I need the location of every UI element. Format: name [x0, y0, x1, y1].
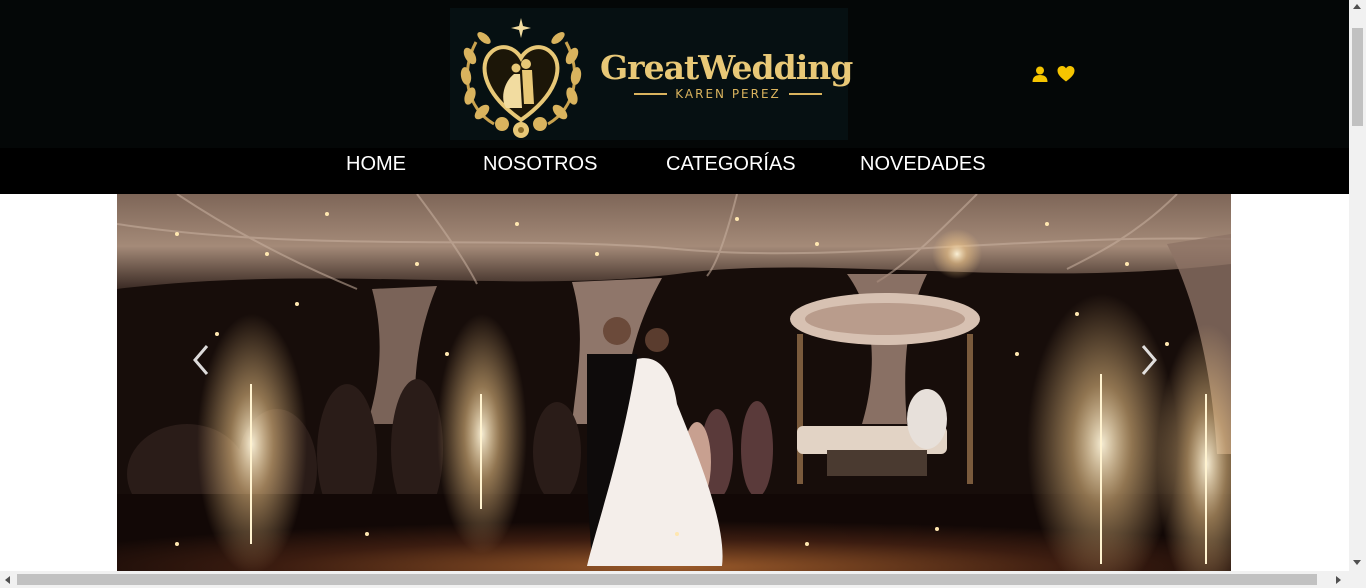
subtitle-rule-left [634, 93, 668, 95]
carousel-slide-image [117, 194, 1231, 571]
nav-item-novedades[interactable]: NOVEDADES [860, 148, 986, 194]
scroll-right-arrow-icon[interactable] [1336, 576, 1341, 584]
site-logo[interactable]: GreatWedding KAREN PEREZ [450, 8, 853, 140]
site-header: GreatWedding KAREN PEREZ [0, 0, 1349, 148]
page-viewport: GreatWedding KAREN PEREZ HOME NOSOTROS C… [0, 0, 1349, 571]
subtitle-rule-right [788, 93, 823, 95]
hero-carousel [117, 194, 1231, 571]
scroll-left-arrow-icon[interactable] [5, 576, 10, 584]
user-icon[interactable] [1031, 65, 1049, 83]
chevron-right-icon[interactable] [1135, 342, 1163, 378]
main-navigation: HOME NOSOTROS CATEGORÍAS NOVEDADES [0, 148, 1349, 194]
heart-couple-emblem-icon [460, 18, 582, 138]
brand-title: GreatWedding [600, 48, 853, 87]
nav-item-categorias[interactable]: CATEGORÍAS [666, 148, 796, 194]
vertical-scrollbar[interactable] [1349, 0, 1366, 571]
horizontal-scroll-thumb[interactable] [17, 574, 1317, 585]
brand-subtitle-row: KAREN PEREZ [634, 86, 823, 102]
scroll-up-arrow-icon[interactable] [1353, 4, 1361, 9]
chevron-left-icon[interactable] [187, 342, 215, 378]
brand-subtitle: KAREN PEREZ [675, 87, 781, 101]
nav-item-nosotros[interactable]: NOSOTROS [483, 148, 597, 194]
horizontal-scrollbar[interactable] [0, 571, 1366, 588]
nav-item-home[interactable]: HOME [346, 148, 406, 194]
scroll-down-arrow-icon[interactable] [1353, 560, 1361, 565]
header-icons [1031, 64, 1079, 84]
vertical-scroll-thumb[interactable] [1352, 28, 1363, 126]
heart-icon[interactable] [1057, 65, 1075, 83]
